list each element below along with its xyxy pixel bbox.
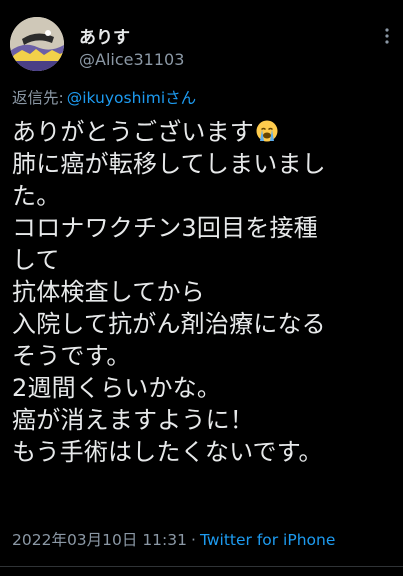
reply-context: 返信先: @ikuyoshimiさん	[12, 86, 196, 108]
reply-prefix: 返信先:	[12, 89, 64, 107]
tweet-line: 肺に癌が転移してしまいまし	[12, 150, 326, 178]
tweet-line: た。	[12, 182, 61, 210]
tweet-line: 癌が消えますように！	[12, 406, 254, 434]
reply-mention-link[interactable]: @ikuyoshimiさん	[67, 89, 196, 107]
tweet-line: そうです。	[12, 342, 131, 370]
tweet-meta: 2022年03月10日 11:31 · Twitter for iPhone	[12, 528, 335, 550]
divider	[0, 566, 403, 567]
tweet-line-text: ありがとうございます	[12, 118, 254, 146]
avatar[interactable]	[10, 17, 64, 71]
tweet-line: 入院して抗がん剤治療になる	[12, 310, 326, 338]
tweet-line: コロナワクチン3回目を接種	[12, 214, 318, 242]
more-dots-icon	[385, 28, 389, 44]
loudly-crying-face-icon	[256, 120, 278, 142]
tweet-line: 抗体検査してから	[12, 278, 205, 306]
tweet-line: して	[12, 246, 60, 274]
tweet-source-link[interactable]: Twitter for iPhone	[200, 531, 335, 549]
tweet-timestamp[interactable]: 2022年03月10日 11:31	[12, 531, 187, 549]
user-handle[interactable]: @Alice31103	[79, 50, 184, 69]
tweet-text: ありがとうございます 肺に癌が転移してしまいまし た。 コロナワクチン3回目を接…	[12, 116, 397, 468]
display-name[interactable]: ありす	[79, 23, 130, 48]
more-options-button[interactable]	[385, 28, 389, 44]
tweet-header: ありす @Alice31103	[0, 0, 403, 82]
tweet-line: 2週間くらいかな。	[12, 374, 222, 402]
tweet-line: もう手術はしたくないです。	[12, 438, 323, 466]
tweet-line: ありがとうございます	[12, 116, 397, 148]
meta-separator: ·	[191, 531, 196, 549]
avatar-icon	[10, 17, 64, 71]
